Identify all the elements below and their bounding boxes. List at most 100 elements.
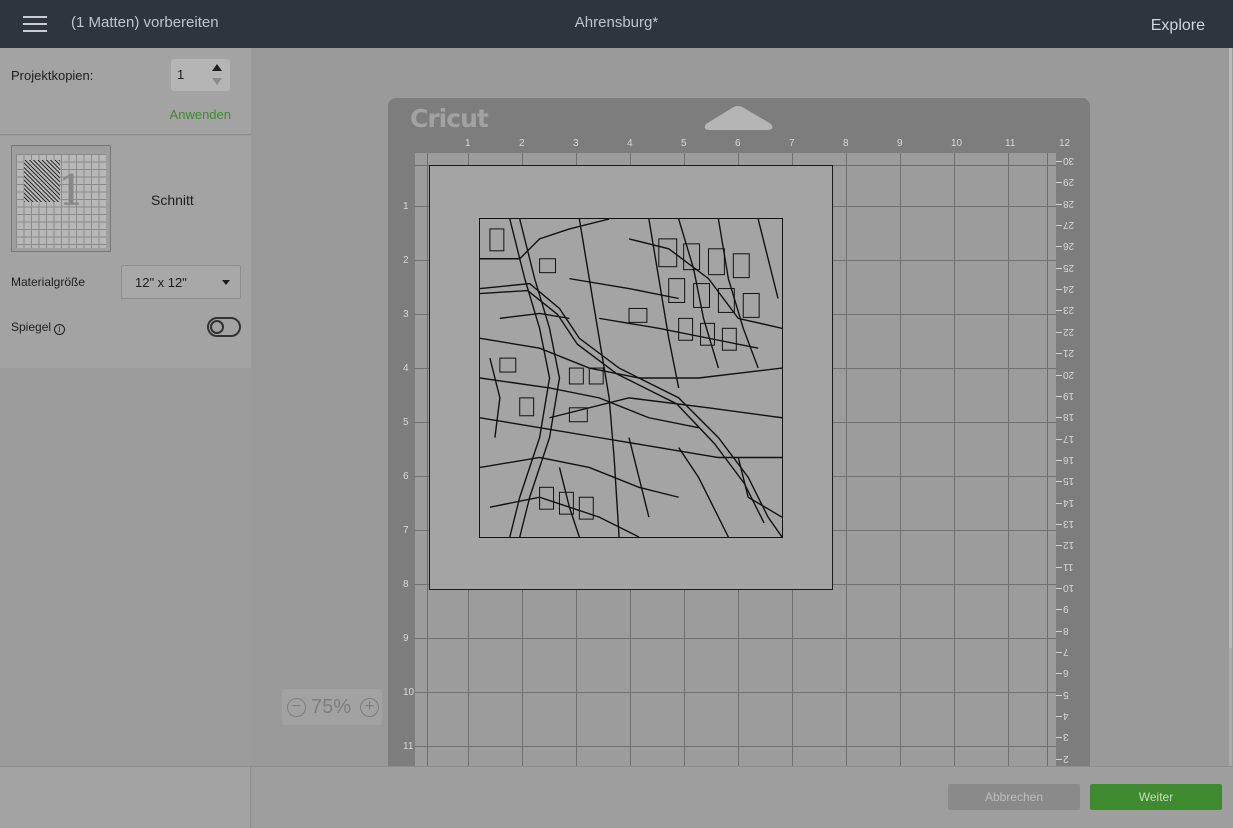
mat-thumbnail[interactable]: 1 [11, 145, 111, 252]
material-size-value: 12" x 12" [135, 275, 187, 290]
cut-label: Schnitt [151, 192, 194, 208]
ruler-left-label: 1 [403, 201, 409, 212]
decrement-arrow-icon[interactable] [212, 78, 222, 85]
ruler-right-tick [1056, 203, 1062, 205]
ruler-right-tick [1056, 545, 1062, 547]
ruler-right-label: 19 [1063, 389, 1075, 401]
ruler-right-tick [1056, 694, 1062, 696]
ruler-right-tick [1056, 523, 1062, 525]
zoom-out-button[interactable]: − [287, 698, 306, 717]
ruler-top-label: 5 [681, 138, 687, 149]
ruler-top-label: 8 [843, 138, 849, 149]
ruler-top-label: 4 [627, 138, 633, 149]
ruler-right-tick [1056, 267, 1062, 269]
ruler-right-tick [1056, 182, 1062, 184]
bottom-left-panel [0, 767, 251, 828]
zoom-in-button[interactable]: + [360, 698, 379, 717]
info-icon[interactable]: i [54, 324, 66, 335]
ruler-top-label: 3 [573, 138, 579, 149]
ruler-right-tick [1056, 716, 1062, 718]
ruler-right-tick [1056, 630, 1062, 632]
ruler-top-label: 1 [465, 138, 471, 149]
ruler-right-label: 9 [1063, 603, 1069, 615]
cutting-mat: Cricut 1 2 3 4 5 6 7 8 9 10 11 12 1 2 3 4 5 6 7 8 9 10 11 30 2… [388, 98, 1090, 803]
project-copies-value[interactable]: 1 [177, 67, 184, 82]
ruler-right-tick [1056, 246, 1062, 248]
cricut-logo: Cricut [410, 104, 489, 133]
ruler-right-tick [1056, 417, 1062, 419]
ruler-right-label: 16 [1063, 453, 1075, 465]
mat-number: 1 [58, 166, 85, 215]
vertical-scrollbar-thumb[interactable] [1229, 48, 1232, 648]
ruler-left-label: 9 [403, 633, 409, 644]
ruler-top-label: 10 [951, 138, 963, 149]
cut-boundary-line-left [427, 153, 428, 803]
ruler-right-tick [1056, 331, 1062, 333]
hamburger-menu-icon[interactable] [22, 13, 48, 35]
mat-preview-canvas[interactable]: Cricut 1 2 3 4 5 6 7 8 9 10 11 12 1 2 3 4 5 6 7 8 9 10 11 30 2… [251, 48, 1233, 803]
ruler-right-tick [1056, 502, 1062, 504]
ruler-left-label: 7 [403, 525, 409, 536]
ruler-right-label: 14 [1063, 496, 1075, 508]
ruler-left-label: 3 [403, 309, 409, 320]
ruler-right-label: 6 [1063, 667, 1069, 679]
next-button[interactable]: Weiter [1090, 784, 1222, 810]
ruler-top-label: 9 [897, 138, 903, 149]
increment-arrow-icon[interactable] [212, 64, 222, 71]
ruler-right-tick [1056, 395, 1062, 397]
bottom-bar: Abbrechen Weiter [0, 766, 1233, 828]
ruler-right-label: 8 [1063, 624, 1069, 636]
ruler-right-label: 30 [1063, 155, 1075, 166]
mat-handle-icon [704, 106, 773, 130]
ruler-right-tick [1056, 225, 1062, 227]
toggle-knob [210, 320, 224, 334]
cancel-button[interactable]: Abbrechen [948, 784, 1080, 810]
prepare-mats-title: (1 Matten) vorbereiten [71, 14, 219, 31]
mirror-toggle[interactable] [207, 317, 241, 337]
project-copies-label: Projektkopien: [11, 68, 94, 83]
ruler-right-label: 27 [1063, 219, 1075, 231]
chevron-down-icon [222, 280, 230, 285]
ruler-right-tick [1056, 481, 1062, 483]
zoom-level: 75% [311, 696, 352, 718]
machine-type-label[interactable]: Explore [1151, 17, 1205, 35]
ruler-right-tick [1056, 737, 1062, 739]
ruler-top-label: 11 [1005, 138, 1016, 149]
ruler-right-tick [1056, 673, 1062, 675]
ruler-right-label: 28 [1063, 197, 1075, 209]
ruler-right-label: 3 [1063, 731, 1069, 743]
ruler-left-label: 11 [403, 741, 414, 752]
top-bar: (1 Matten) vorbereiten Ahrensburg* Explo… [0, 0, 1233, 48]
ruler-right-tick [1056, 652, 1062, 654]
ruler-top-label: 2 [519, 138, 525, 149]
ruler-right-label: 10 [1063, 582, 1075, 593]
ruler-right-label: 4 [1063, 710, 1069, 722]
street-map-design [479, 218, 783, 538]
ruler-top-label: 12 [1059, 138, 1071, 149]
project-copies-stepper[interactable]: 1 [171, 59, 230, 91]
ruler-left-label: 2 [403, 255, 409, 266]
ruler-right-tick [1056, 161, 1062, 162]
ruler-right-tick [1056, 758, 1062, 760]
ruler-right-tick [1056, 459, 1062, 461]
copies-panel: Projektkopien: 1 Anwenden [0, 48, 251, 135]
zoom-control: − 75% + [282, 689, 382, 725]
ruler-right-label: 17 [1063, 432, 1075, 444]
design-on-mat[interactable] [429, 165, 833, 590]
ruler-right-tick [1056, 438, 1062, 440]
material-size-dropdown[interactable]: 12" x 12" [121, 265, 241, 299]
ruler-left-label: 10 [403, 687, 415, 698]
ruler-right-label: 29 [1063, 176, 1075, 188]
material-size-label: Materialgröße [11, 275, 86, 289]
ruler-right-label: 7 [1063, 646, 1069, 658]
ruler-right-label: 5 [1063, 688, 1069, 700]
ruler-right-label: 22 [1063, 325, 1075, 337]
ruler-right-label: 2 [1063, 752, 1069, 764]
ruler-right-label: 18 [1063, 411, 1075, 423]
mirror-label-text: Spiegel [11, 320, 52, 334]
ruler-right-tick [1056, 566, 1062, 568]
apply-button[interactable]: Anwenden [170, 107, 231, 122]
ruler-right-label: 21 [1063, 347, 1075, 359]
mat-thumbnail-design [24, 160, 60, 202]
ruler-right-tick [1056, 588, 1062, 589]
